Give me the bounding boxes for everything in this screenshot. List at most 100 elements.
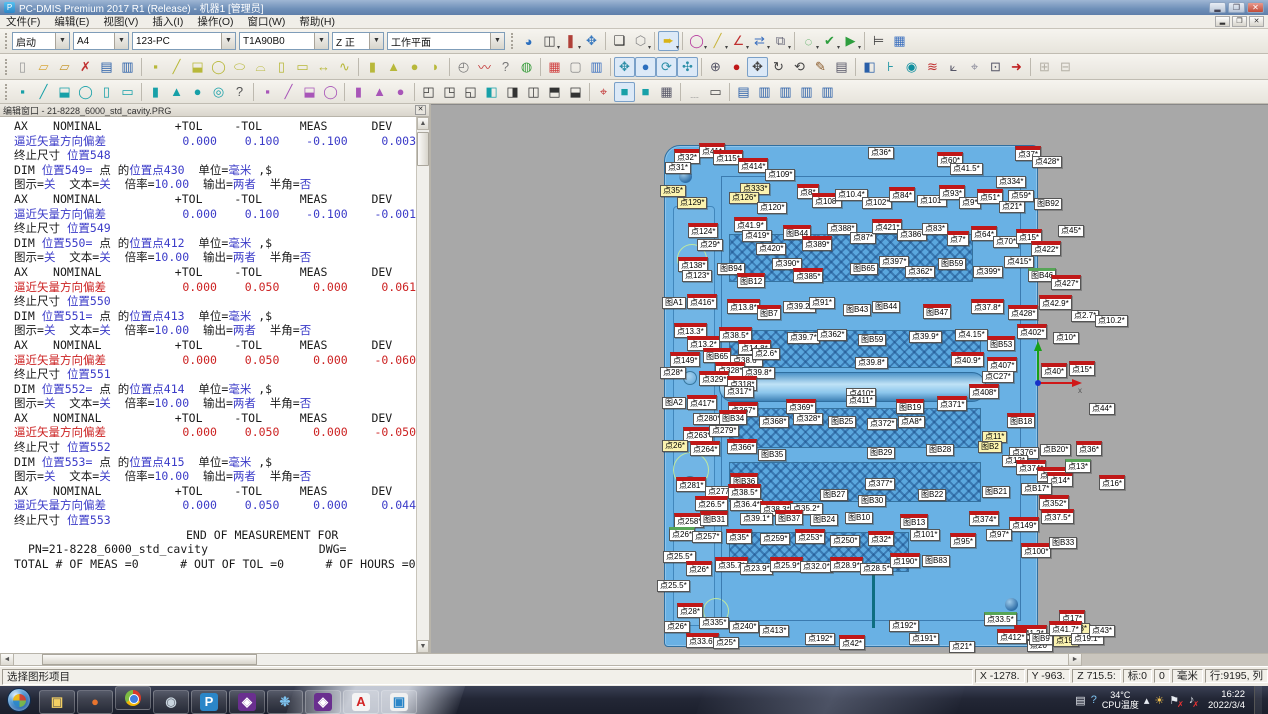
cone-feature-icon[interactable]: ▲	[383, 57, 404, 77]
point-feature-icon[interactable]: ▪	[145, 57, 166, 77]
feature-label[interactable]: 点26*	[686, 561, 712, 576]
wire-globe-icon[interactable]: ⊕	[705, 57, 726, 77]
feature-label[interactable]: 点120*	[757, 202, 787, 214]
dimension-scale-icon[interactable]: ⊨	[868, 31, 889, 51]
feature-label[interactable]: 点317*	[724, 386, 754, 398]
feature-label[interactable]: 点36*	[868, 147, 894, 159]
save-icon[interactable]: ▤	[96, 57, 117, 77]
feature-label[interactable]: 图B65	[703, 348, 731, 363]
feature-label[interactable]: 点43*	[1089, 625, 1115, 637]
swap-arrows-icon[interactable]: ⇄▾	[749, 31, 770, 51]
hscrollbar-thumb[interactable]	[42, 654, 257, 665]
feature-label[interactable]: 点83*	[922, 223, 948, 235]
minimize-window-icon[interactable]: ▂	[1209, 2, 1226, 13]
feature-label[interactable]: 点40*	[1041, 363, 1067, 378]
sphere-view-icon[interactable]: ●	[635, 57, 656, 77]
rotate-3d-icon[interactable]: ⟲	[789, 57, 810, 77]
probe-icon[interactable]: ❚▾	[560, 31, 581, 51]
red-arrow-icon[interactable]: ➜	[1006, 57, 1027, 77]
feature-label[interactable]: 点399*	[973, 266, 1003, 278]
cpu-temp-widget[interactable]: 34°C CPU温度	[1102, 690, 1139, 710]
feature-label[interactable]: 点39.1*	[740, 513, 773, 525]
feature-label[interactable]: 点102*	[862, 197, 892, 209]
feature-label[interactable]: 图B19	[896, 399, 924, 414]
auto-slot-icon[interactable]: ▯	[96, 82, 117, 102]
pan-mode-icon[interactable]: ✥	[614, 57, 635, 77]
feature-label[interactable]: 图B2	[978, 441, 1002, 453]
probe-file-combo[interactable]: A4▼	[73, 32, 129, 50]
feature-label[interactable]: 点408*	[969, 384, 999, 399]
probe-pen-icon[interactable]: ✎	[810, 57, 831, 77]
feature-label[interactable]: 点100*	[1021, 543, 1051, 558]
chevron-down-icon[interactable]: ▼	[221, 33, 235, 49]
feature-label[interactable]: 图B28	[926, 444, 954, 456]
feature-label[interactable]: 点368*	[759, 416, 789, 428]
feature-label[interactable]: 点129*	[677, 197, 707, 209]
solid-view-icon[interactable]: ■	[614, 82, 635, 102]
menu-item[interactable]: 文件(F)	[6, 16, 40, 28]
feature-label[interactable]: 点372*	[867, 418, 897, 430]
feature-label[interactable]: 点371*	[937, 396, 967, 411]
help-measure-icon[interactable]: ?	[495, 57, 516, 77]
ellipse-feature-icon[interactable]: ⬭	[229, 57, 250, 77]
view-right-icon[interactable]: ◫	[523, 82, 544, 102]
feature-label[interactable]: 图B65	[850, 263, 878, 275]
feature-label[interactable]: 图B12	[737, 273, 765, 288]
view-left-icon[interactable]: ◱	[460, 82, 481, 102]
auto-sphere-icon[interactable]: ●	[187, 82, 208, 102]
cad-app-icon[interactable]: ◈	[229, 690, 265, 714]
feature-label[interactable]: 点362*	[817, 329, 847, 341]
dice-rotate-icon[interactable]: ⊡	[985, 57, 1006, 77]
feature-label[interactable]: 图B43	[843, 304, 871, 316]
feature-label[interactable]: 点33.5*	[984, 612, 1017, 626]
marker-line-icon[interactable]: ╱▾	[707, 31, 728, 51]
menu-item[interactable]: 窗口(W)	[248, 16, 286, 28]
feature-label[interactable]: 点279*	[709, 425, 739, 437]
feature-label[interactable]: 点39.7*	[787, 332, 820, 344]
sphere-feature-icon[interactable]: ●	[404, 57, 425, 77]
menu-item[interactable]: 插入(I)	[152, 16, 183, 28]
feature-label[interactable]: 点259*	[760, 533, 790, 545]
feature-label[interactable]: 点31*	[665, 162, 691, 174]
feature-label[interactable]: 点A8*	[898, 416, 925, 428]
feature-label[interactable]: 点38.5*	[728, 484, 761, 499]
chevron-down-icon[interactable]: ▼	[314, 33, 328, 49]
scroll-up-icon[interactable]: ▲	[417, 117, 429, 130]
solid-view-2-icon[interactable]: ■	[635, 82, 656, 102]
menu-item[interactable]: 视图(V)	[103, 16, 138, 28]
feature-label[interactable]: 点414*	[738, 158, 768, 173]
page-layout-icon[interactable]: ▥	[586, 57, 607, 77]
close-window-icon[interactable]: ✕	[1247, 2, 1264, 13]
feature-label[interactable]: 图B37	[775, 510, 803, 525]
feature-label[interactable]: 图B33	[1049, 537, 1077, 549]
feature-label[interactable]: 点16*	[1099, 475, 1125, 490]
feature-label[interactable]: 图B59	[858, 334, 886, 346]
feature-label[interactable]: 点10*	[1053, 332, 1079, 344]
feature-label[interactable]: 图B10	[845, 512, 873, 524]
feature-label[interactable]: 点191*	[909, 633, 939, 645]
feature-label[interactable]: 点4.15*	[955, 329, 988, 341]
feature-label[interactable]: 点15*	[1069, 361, 1095, 376]
feature-label[interactable]: 图A1	[662, 297, 686, 309]
mode-combo[interactable]: 启动▼	[12, 32, 70, 50]
feature-label[interactable]: 点40.9*	[951, 352, 984, 367]
feature-label[interactable]: 图B22	[918, 489, 946, 501]
feature-label[interactable]: 图B7	[757, 305, 781, 320]
feature-label[interactable]: 点352*	[1039, 495, 1069, 510]
auto-cylinder-icon[interactable]: ▮	[145, 82, 166, 102]
feature-label[interactable]: 点42.9*	[1039, 295, 1072, 310]
feature-label[interactable]: 点416*	[687, 294, 717, 309]
feature-label[interactable]: 点B20*	[1040, 444, 1071, 456]
feature-label[interactable]: 点335*	[699, 617, 729, 629]
open-file-icon[interactable]: ▱	[33, 57, 54, 77]
feature-label[interactable]: 点21*	[999, 201, 1025, 213]
auto-line-icon[interactable]: ╱	[33, 82, 54, 102]
feature-label[interactable]: 图B53	[987, 336, 1015, 351]
feature-label[interactable]: 点13*	[1065, 459, 1091, 473]
close-icon[interactable]: ✕	[415, 105, 426, 115]
cad-app-2-icon[interactable]: ◈	[305, 690, 341, 714]
feature-label[interactable]: 图B18	[1007, 413, 1035, 428]
chevron-down-icon[interactable]: ▼	[369, 33, 383, 49]
constructed-cone-icon[interactable]: ▲	[369, 82, 390, 102]
new-file-icon[interactable]: ▯	[12, 57, 33, 77]
